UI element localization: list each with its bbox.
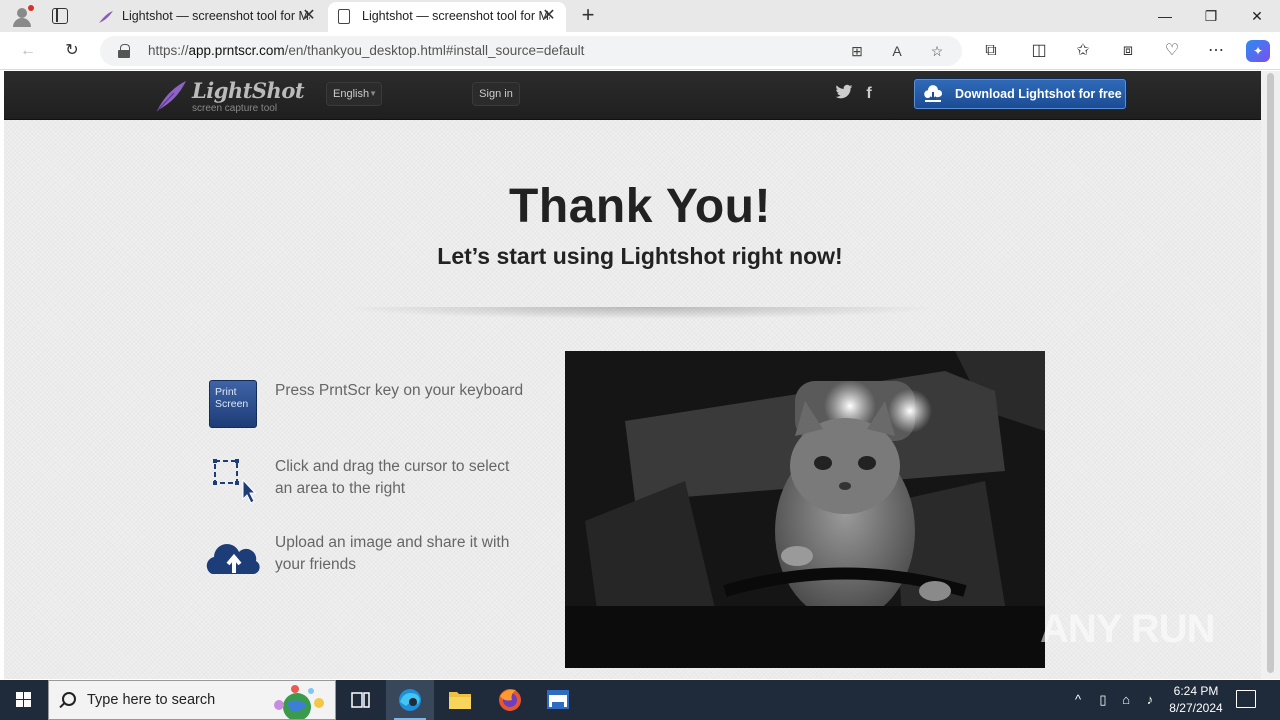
app-window-icon[interactable] (534, 680, 582, 720)
search-icon (62, 692, 76, 706)
search-placeholder: Type here to search (87, 692, 216, 708)
page-content: LightShot screen capture tool English ▼ … (4, 71, 1261, 679)
cloud-upload-icon (206, 544, 260, 574)
task-view-icon[interactable] (336, 680, 384, 720)
tab-title: Lightshot — screenshot tool for Mac & Wi… (362, 9, 550, 23)
search-highlight-globe-icon (274, 685, 324, 719)
download-lightshot-button[interactable]: Download Lightshot for free (914, 79, 1126, 109)
language-dropdown[interactable]: English ▼ (326, 82, 382, 106)
close-window-button[interactable]: ✕ (1234, 0, 1280, 32)
system-clock[interactable]: 6:24 PM 8/27/2024 (1160, 683, 1232, 717)
any-run-watermark: ANY RUN (1040, 607, 1216, 651)
new-tab-button[interactable]: + (576, 4, 600, 28)
step-upload-share: Upload an image and share it with your f… (204, 532, 544, 592)
firefox-icon[interactable] (486, 680, 534, 720)
feather-icon (156, 81, 186, 112)
collections-icon[interactable]: ⧈ (1117, 40, 1139, 62)
browser-toolbar: ← ↻ https://app.prntscr.com/en/thankyou_… (0, 32, 1280, 70)
step-text: Press PrntScr key on your keyboard (275, 382, 524, 399)
page-subtitle: Let’s start using Lightshot right now! (437, 243, 843, 269)
download-label: Download Lightshot for free (955, 87, 1122, 101)
app-available-icon[interactable]: ⊞ (847, 41, 867, 61)
key-label-screen: Screen (215, 398, 249, 410)
tab-title: Lightshot — screenshot tool for Mac & Wi… (122, 9, 310, 23)
device-icon[interactable]: ▯ (1093, 690, 1113, 710)
restore-button[interactable]: ❐ (1188, 0, 1234, 32)
lock-icon[interactable] (118, 44, 130, 58)
step-text: Click and drag the cursor to select an a… (275, 458, 510, 497)
key-label-print: Print (215, 386, 237, 398)
profile-icon[interactable] (10, 5, 34, 27)
read-aloud-icon[interactable]: A (887, 41, 907, 61)
tab-lightshot-2[interactable]: Lightshot — screenshot tool for Mac & Wi… (328, 2, 566, 32)
page-icon (338, 9, 350, 24)
language-label: English (333, 88, 370, 100)
divider (340, 307, 940, 319)
start-button[interactable] (0, 680, 48, 720)
facebook-icon[interactable]: f (859, 84, 879, 104)
notification-center-icon[interactable] (1236, 690, 1256, 708)
edge-browser-icon[interactable] (386, 680, 434, 720)
tab-actions-icon[interactable] (52, 8, 68, 24)
minimize-button[interactable]: — (1142, 0, 1188, 32)
page-scrollbar[interactable] (1261, 71, 1280, 679)
lightshot-logo[interactable]: LightShot screen capture tool (154, 76, 305, 116)
cat-driving-photo (565, 351, 1045, 668)
settings-more-icon[interactable]: ⋯ (1205, 40, 1227, 62)
clock-date: 8/27/2024 (1169, 701, 1223, 715)
twitter-icon[interactable] (834, 84, 854, 104)
extensions-icon[interactable]: ⧉ (980, 40, 1002, 62)
download-cloud-icon (924, 85, 943, 102)
close-tab-icon[interactable]: ✕ (540, 7, 558, 25)
file-explorer-icon[interactable] (436, 680, 484, 720)
favorite-star-icon[interactable]: ☆ (927, 41, 947, 61)
logo-tagline: screen capture tool (192, 103, 278, 114)
url-text[interactable]: https://app.prntscr.com/en/thankyou_desk… (148, 43, 584, 58)
windows-logo-icon (16, 692, 31, 707)
print-screen-key-icon: Print Screen (204, 380, 264, 430)
volume-icon[interactable]: ♪ (1140, 690, 1160, 710)
chevron-down-icon: ▼ (369, 89, 377, 98)
lightshot-feather-icon (99, 11, 113, 23)
copilot-icon[interactable]: ✦ (1246, 40, 1270, 62)
site-header: LightShot screen capture tool English ▼ … (4, 71, 1261, 120)
step-select-area: Click and drag the cursor to select an a… (204, 456, 544, 516)
sign-in-button[interactable]: Sign in (472, 82, 520, 106)
page-title: Thank You! (509, 180, 771, 233)
split-screen-icon[interactable]: ◫ (1028, 40, 1050, 62)
tab-lightshot-1[interactable]: Lightshot — screenshot tool for Mac & Wi… (88, 2, 326, 32)
browser-essentials-icon[interactable]: ♡ (1161, 40, 1183, 62)
select-area-icon (213, 459, 257, 504)
step-print-screen: Print Screen Press PrntScr key on your k… (204, 380, 544, 440)
favorites-icon[interactable]: ✩ (1072, 40, 1094, 62)
taskbar-search-box[interactable]: Type here to search (48, 680, 336, 720)
logo-name: LightShot (192, 78, 305, 103)
close-tab-icon[interactable]: ✕ (300, 7, 318, 25)
back-button[interactable]: ← (17, 40, 39, 62)
show-hidden-icons-chevron-up-icon[interactable]: ^ (1068, 690, 1088, 710)
scrollbar-thumb[interactable] (1267, 73, 1274, 673)
step-text: Upload an image and share it with your f… (275, 534, 510, 573)
refresh-button[interactable]: ↻ (61, 40, 83, 62)
address-bar[interactable]: https://app.prntscr.com/en/thankyou_desk… (100, 36, 962, 66)
clock-time: 6:24 PM (1173, 684, 1219, 698)
network-icon[interactable]: ⌂ (1116, 690, 1136, 710)
browser-tab-bar: Lightshot — screenshot tool for Mac & Wi… (0, 0, 1280, 32)
windows-taskbar: Type here to search ^ ▯ ⌂ ♪ 6:24 PM 8/27… (0, 680, 1280, 720)
